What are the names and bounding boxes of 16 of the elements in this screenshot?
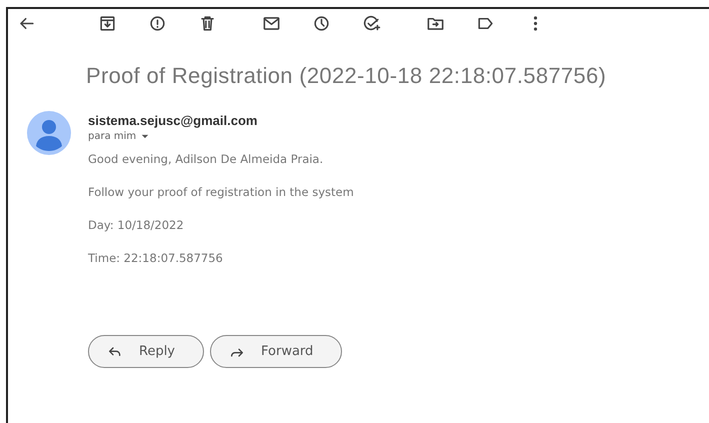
clock-icon[interactable] bbox=[312, 14, 331, 32]
body-text: Time: 22:18:07.587756 bbox=[88, 251, 223, 265]
avatar-icon bbox=[27, 111, 71, 155]
email-subject: Proof of Registration (2022-10-18 22:18:07.587756) bbox=[86, 63, 608, 89]
archive-icon[interactable] bbox=[98, 14, 117, 32]
forward-button[interactable]: Forward bbox=[210, 335, 342, 368]
dropdown-icon[interactable] bbox=[141, 134, 150, 139]
body-text: Day: 10/18/2022 bbox=[88, 218, 184, 232]
body-text: Good evening, Adilson De Almeida Praia. bbox=[88, 152, 324, 166]
report-spam-icon[interactable] bbox=[148, 14, 167, 32]
sender-address: sistema.sejusc@gmail.com bbox=[88, 113, 258, 128]
add-task-icon[interactable] bbox=[362, 14, 381, 32]
recipient-label: para mim bbox=[88, 131, 136, 142]
delete-icon[interactable] bbox=[198, 14, 217, 32]
body-text: Follow your proof of registration in the system bbox=[88, 185, 354, 199]
reply-button[interactable]: Reply bbox=[88, 335, 204, 368]
